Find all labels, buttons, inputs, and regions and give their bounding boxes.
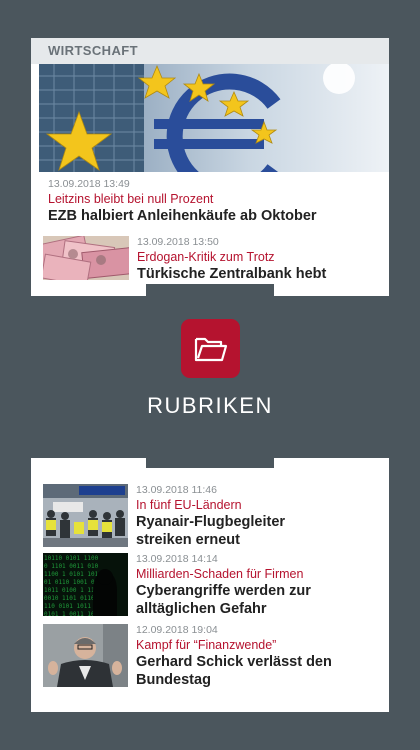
article-headline-line-1[interactable]: Gerhard Schick verlässt den	[136, 653, 332, 671]
article-texts: 13.09.2018 14:14 Milliarden-Schaden für …	[128, 553, 311, 618]
article-timestamp: 13.09.2018 14:14	[136, 553, 218, 565]
article-kicker: In fünf EU-Ländern	[136, 498, 242, 512]
article-headline[interactable]: Türkische Zentralbank hebt	[137, 265, 326, 283]
article-kicker: Milliarden-Schaden für Firmen	[136, 567, 304, 581]
rubriken-button[interactable]	[181, 319, 240, 378]
card-notch	[146, 458, 274, 468]
article-texts: 12.09.2018 19:04 Kampf für “Finanzwende”…	[128, 624, 332, 689]
rubriken-label[interactable]: RUBRIKEN	[0, 393, 420, 419]
list-item[interactable]: 10110 0101 1100 0 1101 0011 010 1100 1 0…	[43, 553, 381, 618]
section-title[interactable]: WIRTSCHAFT	[31, 38, 389, 64]
article-headline-line-2[interactable]: streiken erneut	[136, 531, 285, 549]
list-item[interactable]: 13.09.2018 11:46 In fünf EU-Ländern Ryan…	[43, 484, 381, 549]
lira-banknotes-image	[43, 236, 129, 280]
hero-image[interactable]	[39, 64, 389, 172]
lead-article[interactable]: 13.09.2018 13:49 Leitzins bleibt bei nul…	[31, 172, 389, 225]
folder-open-icon	[194, 337, 227, 361]
article-timestamp: 13.09.2018 13:49	[48, 178, 130, 190]
cyberattack-image: 10110 0101 1100 0 1101 0011 010 1100 1 0…	[43, 553, 128, 616]
article-headline-line-2[interactable]: alltäglichen Gefahr	[136, 600, 311, 618]
svg-text:1100 1 0101 1011: 1100 1 0101 1011	[44, 571, 102, 578]
list-item[interactable]: 13.09.2018 13:50 Erdogan-Kritik zum Trot…	[43, 236, 381, 283]
svg-text:1011 0100 1 110: 1011 0100 1 110	[44, 587, 99, 594]
svg-text:0 1101 0011 010: 0 1101 0011 010	[44, 563, 99, 570]
article-headline-line-1[interactable]: Ryanair-Flugbegleiter	[136, 513, 285, 531]
gerhard-schick-image	[43, 624, 128, 687]
ryanair-strike-image	[43, 484, 128, 547]
article-kicker: Erdogan-Kritik zum Trotz	[137, 250, 275, 264]
article-headline-line-2[interactable]: Bundestag	[136, 671, 332, 689]
article-timestamp: 13.09.2018 11:46	[136, 484, 217, 496]
article-kicker: Kampf für “Finanzwende”	[136, 638, 277, 652]
article-headline[interactable]: EZB halbiert Anleihenkäufe ab Oktober	[48, 207, 389, 225]
article-kicker: Leitzins bleibt bei null Prozent	[48, 192, 214, 206]
article-headline-line-1[interactable]: Cyberangriffe werden zur	[136, 582, 311, 600]
list-item[interactable]: 12.09.2018 19:04 Kampf für “Finanzwende”…	[43, 624, 381, 689]
svg-text:10110 0101 1100: 10110 0101 1100	[44, 555, 99, 562]
article-texts: 13.09.2018 11:46 In fünf EU-Ländern Ryan…	[128, 484, 285, 549]
article-timestamp: 12.09.2018 19:04	[136, 624, 218, 636]
article-timestamp: 13.09.2018 13:50	[137, 236, 219, 248]
wirtschaft-card: WIRTSCHAFT 13.09.2018 13:49 Leitzins ble…	[31, 38, 389, 296]
svg-text:01 0110 1001 01: 01 0110 1001 01	[44, 579, 99, 586]
card-notch	[146, 284, 274, 296]
article-texts: 13.09.2018 13:50 Erdogan-Kritik zum Trot…	[129, 236, 326, 283]
articles-card: 13.09.2018 11:46 In fünf EU-Ländern Ryan…	[31, 458, 389, 712]
